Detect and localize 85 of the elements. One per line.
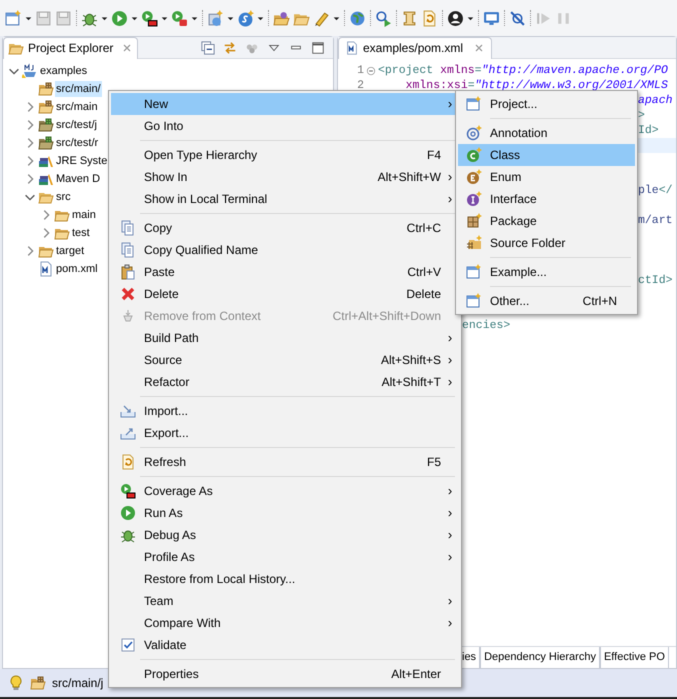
line-number: 2 bbox=[356, 78, 364, 94]
tree-item[interactable]: Maven D bbox=[55, 170, 102, 188]
code-line: Id> bbox=[638, 123, 659, 138]
code-line: ctId> bbox=[638, 273, 673, 288]
menu-item[interactable]: Properties Alt+Enter bbox=[111, 663, 459, 685]
menu-item[interactable]: Debug As › bbox=[111, 524, 459, 546]
tree-item[interactable]: examples bbox=[39, 62, 88, 80]
shortcut-label: Alt+Shift+S bbox=[380, 352, 441, 369]
menu-item[interactable]: Validate bbox=[111, 634, 459, 656]
menu-item[interactable]: Coverage As › bbox=[111, 480, 459, 502]
menu-item[interactable]: Refactor Alt+Shift+T › bbox=[111, 371, 459, 393]
menu-item[interactable]: Annotation bbox=[458, 122, 635, 144]
tree-item[interactable]: test bbox=[71, 224, 91, 242]
shortcut-label: F5 bbox=[426, 454, 441, 471]
tree-item[interactable]: pom.xml bbox=[55, 260, 99, 278]
submenu-arrow: › bbox=[448, 329, 452, 348]
menu-item[interactable]: Team › bbox=[111, 590, 459, 612]
menu-item[interactable]: Go Into bbox=[111, 115, 459, 137]
menu-item[interactable]: Show In Alt+Shift+W › bbox=[111, 166, 459, 188]
menu-item[interactable]: Other... Ctrl+N bbox=[458, 290, 635, 312]
menu-item[interactable]: Open Type Hierarchy F4 bbox=[111, 144, 459, 166]
menu-item[interactable]: Copy Qualified Name bbox=[111, 239, 459, 261]
shortcut-label: Delete bbox=[406, 286, 441, 303]
tree-item[interactable]: main bbox=[71, 206, 97, 224]
submenu-arrow: › bbox=[448, 526, 452, 544]
menu-item[interactable]: Project... bbox=[458, 93, 635, 115]
tree-item[interactable]: src/main bbox=[55, 98, 99, 116]
code-line: > bbox=[638, 108, 645, 123]
menu-item[interactable]: Package bbox=[458, 210, 635, 232]
editor-tab[interactable]: examples/pom.xml bbox=[338, 36, 492, 58]
submenu-arrow: › bbox=[448, 351, 452, 370]
shortcut-label: F4 bbox=[426, 147, 441, 164]
menu-item[interactable]: Run As › bbox=[111, 502, 459, 524]
menu-item[interactable]: Restore from Local History... bbox=[111, 568, 459, 590]
submenu-arrow: › bbox=[448, 614, 452, 632]
menu-item[interactable]: Source Folder bbox=[458, 232, 635, 254]
code-line: apach bbox=[638, 93, 673, 108]
menu-item[interactable]: Show in Local Terminal › bbox=[111, 188, 459, 210]
shortcut-label: Alt+Shift+W bbox=[378, 169, 441, 186]
shortcut-label: Alt+Enter bbox=[391, 666, 441, 683]
tree-item[interactable]: target bbox=[55, 242, 86, 260]
menu-item[interactable]: Paste Ctrl+V bbox=[111, 261, 459, 283]
submenu-arrow: › bbox=[448, 373, 452, 392]
menu-item[interactable]: Delete Delete bbox=[111, 283, 459, 305]
tab-label: Project Explorer bbox=[28, 40, 114, 57]
menu-item[interactable]: Copy Ctrl+C bbox=[111, 217, 459, 239]
shortcut-label: Ctrl+Alt+Shift+Down bbox=[332, 308, 441, 325]
shortcut-label: Ctrl+N bbox=[582, 293, 617, 310]
code-line: encies> bbox=[462, 318, 510, 333]
submenu-arrow: › bbox=[448, 592, 452, 610]
submenu-arrow: › bbox=[448, 168, 452, 186]
menu-item[interactable]: Interface bbox=[458, 188, 635, 210]
code-line: xmlns:xsi="http://www.w3.org/2001/XMLS bbox=[404, 78, 668, 94]
code-line: ple</ bbox=[638, 183, 673, 198]
menu-item[interactable]: Source Alt+Shift+S › bbox=[111, 349, 459, 371]
tree-item[interactable]: src bbox=[55, 188, 72, 206]
menu-item[interactable]: Profile As › bbox=[111, 546, 459, 568]
menu-item[interactable]: Import... bbox=[111, 400, 459, 422]
menu-item[interactable]: Build Path › bbox=[111, 327, 459, 349]
submenu-arrow: › bbox=[448, 190, 452, 208]
code-line: <project xmlns="http://maven.apache.org/PO bbox=[378, 62, 668, 79]
tree-item[interactable]: src/test/r bbox=[55, 134, 100, 152]
submenu-arrow: › bbox=[448, 95, 452, 114]
tab-label: examples/pom.xml bbox=[363, 40, 464, 57]
submenu-arrow: › bbox=[448, 482, 452, 500]
shortcut-label: Ctrl+C bbox=[406, 220, 441, 237]
tree-item[interactable]: src/main/ bbox=[55, 80, 102, 98]
menu-item[interactable]: Class bbox=[458, 144, 635, 166]
status-text: src/main/j bbox=[52, 675, 104, 692]
editor-bottom-tab[interactable]: Effective PO bbox=[600, 647, 669, 668]
shortcut-label: Alt+Shift+T bbox=[382, 374, 441, 391]
line-number: 1 bbox=[356, 62, 364, 79]
editor-bottom-tab[interactable]: Dependency Hierarchy bbox=[480, 647, 600, 668]
menu-item[interactable]: Refresh F5 bbox=[111, 451, 459, 473]
menu-item[interactable]: Compare With › bbox=[111, 612, 459, 634]
menu-item[interactable]: Enum bbox=[458, 166, 635, 188]
menu-item[interactable]: Export... bbox=[111, 422, 459, 444]
menu-item[interactable]: Example... bbox=[458, 261, 635, 283]
code-line: m/art bbox=[638, 213, 673, 228]
tree-item[interactable]: JRE Syste bbox=[55, 152, 108, 170]
submenu-arrow: › bbox=[448, 548, 452, 566]
submenu-arrow: › bbox=[448, 504, 452, 522]
shortcut-label: Ctrl+V bbox=[407, 264, 441, 281]
tree-item[interactable]: src/test/j bbox=[55, 116, 98, 134]
explorer-tab[interactable]: Project Explorer bbox=[3, 36, 138, 58]
